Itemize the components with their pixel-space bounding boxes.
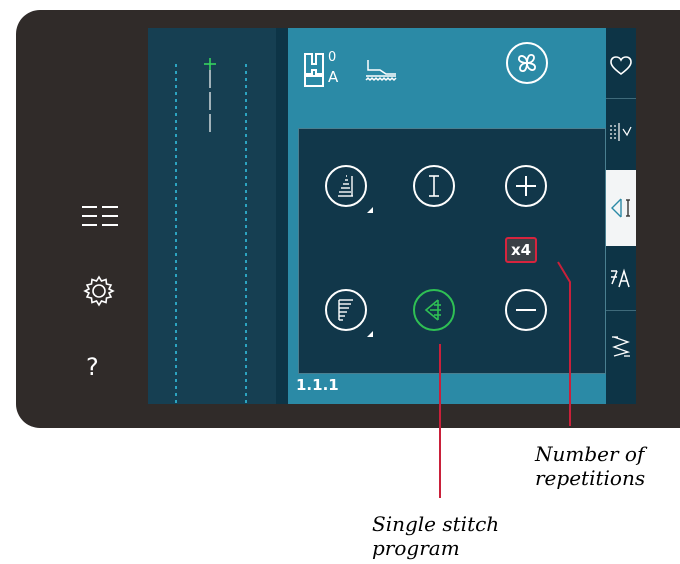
single-stitch-callout-line2: program bbox=[372, 536, 460, 560]
presser-foot-indicator[interactable]: 0 A bbox=[302, 50, 352, 90]
feed-dogs-graphic bbox=[365, 60, 397, 82]
stitch-preview-area bbox=[148, 28, 276, 404]
zigzag-sequence-icon bbox=[612, 336, 631, 357]
tab-divider bbox=[606, 98, 636, 99]
stitch-program-icon bbox=[611, 198, 630, 218]
presser-foot-icon bbox=[304, 53, 324, 87]
repetitions-count-badge: x4 bbox=[505, 237, 538, 263]
width-options-marker bbox=[367, 331, 373, 337]
single-stitch-callout-line1: Single stitch bbox=[372, 512, 500, 536]
stitch-density-icon bbox=[338, 175, 353, 197]
presser-foot-letter: A bbox=[328, 68, 339, 86]
tab-stitch-program[interactable] bbox=[606, 170, 636, 246]
program-number-label: 1.1.1 bbox=[296, 376, 339, 394]
single-stitch-program-button[interactable] bbox=[413, 289, 455, 331]
decrease-repetitions-button[interactable] bbox=[505, 289, 547, 331]
heart-icon bbox=[610, 56, 632, 76]
tab-divider bbox=[606, 310, 636, 311]
tab-text-editing[interactable] bbox=[606, 256, 636, 300]
stitch-techniques-button[interactable] bbox=[506, 42, 548, 84]
single-stitch-icon bbox=[424, 299, 441, 321]
tab-stitch-editing[interactable] bbox=[606, 110, 636, 154]
repetitions-callout: Number of repetitions bbox=[535, 442, 645, 490]
stitch-density-button[interactable] bbox=[325, 165, 367, 207]
minus-icon bbox=[516, 309, 536, 311]
stitch-controls-panel: x4 bbox=[298, 128, 606, 374]
presser-foot-code: 0 bbox=[328, 50, 337, 65]
repetitions-callout-line2: repetitions bbox=[535, 466, 646, 490]
swirl-icon bbox=[518, 54, 536, 72]
plus-icon bbox=[516, 176, 536, 196]
stitch-editing-icon bbox=[610, 123, 632, 141]
gear-icon[interactable] bbox=[80, 272, 118, 310]
tab-sequence[interactable] bbox=[606, 324, 636, 368]
device-frame: ? 0 A x4 1.1.1 bbox=[16, 10, 680, 428]
increase-repetitions-button[interactable] bbox=[505, 165, 547, 207]
stitch-settings-panel: 0 A x4 bbox=[288, 28, 606, 404]
stitch-length-button[interactable] bbox=[413, 165, 455, 207]
help-button[interactable]: ? bbox=[86, 353, 99, 381]
touch-screen: 0 A x4 1.1.1 bbox=[148, 28, 636, 404]
menu-icon[interactable] bbox=[78, 202, 122, 230]
settings-gear-graphic bbox=[83, 275, 115, 307]
tab-favorites[interactable] bbox=[606, 44, 636, 88]
stitch-guide-lines bbox=[175, 58, 247, 404]
side-tab-bar bbox=[606, 28, 636, 404]
feed-dogs-icon[interactable] bbox=[364, 56, 398, 84]
repetitions-callout-line1: Number of bbox=[535, 442, 645, 466]
stitch-width-icon bbox=[338, 299, 353, 321]
menu-icon-graphic bbox=[82, 206, 118, 226]
stitch-length-icon bbox=[429, 175, 439, 197]
single-stitch-callout: Single stitch program bbox=[372, 512, 499, 560]
stitch-width-button[interactable] bbox=[325, 289, 367, 331]
density-options-marker bbox=[367, 207, 373, 213]
text-letters-icon bbox=[611, 268, 630, 288]
